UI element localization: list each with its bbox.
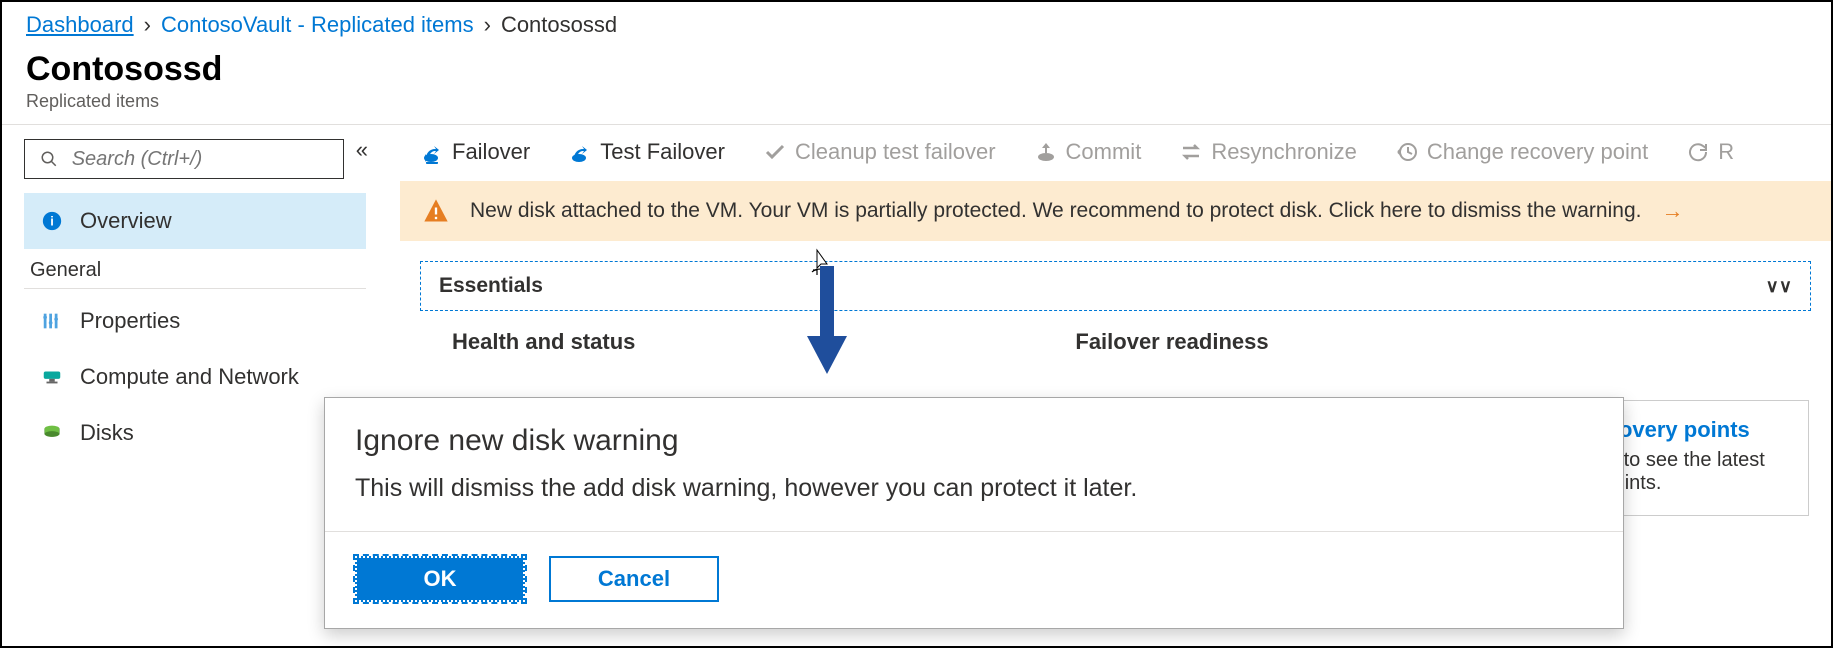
reprotect-button[interactable]: R	[1686, 139, 1734, 165]
sidebar-item-label: Overview	[80, 208, 172, 234]
search-field[interactable]	[72, 148, 331, 171]
svg-text:i: i	[50, 214, 54, 229]
collapse-sidebar-icon[interactable]: «	[356, 137, 368, 163]
breadcrumb-vault[interactable]: ContosoVault - Replicated items	[161, 12, 474, 38]
search-input[interactable]	[24, 139, 344, 179]
disks-icon	[38, 419, 66, 447]
warning-banner[interactable]: New disk attached to the VM. Your VM is …	[400, 181, 1831, 241]
toolbar: Failover Test Failover Cleanup test fail…	[400, 137, 1831, 181]
breadcrumb: Dashboard › ContosoVault - Replicated it…	[2, 2, 1831, 46]
search-icon	[37, 145, 62, 173]
essentials-panel[interactable]: Essentials ∨∨	[420, 261, 1811, 311]
status-panels: Health and status Failover readiness	[400, 311, 1831, 355]
change-recovery-point-button[interactable]: Change recovery point	[1395, 139, 1648, 165]
info-icon: i	[38, 207, 66, 235]
essentials-label: Essentials	[439, 274, 543, 298]
sidebar-item-overview[interactable]: i Overview	[24, 193, 366, 249]
page-title: Contosossd	[26, 50, 1807, 89]
failover-button[interactable]: Failover	[420, 139, 530, 165]
dialog-body: This will dismiss the add disk warning, …	[355, 474, 1593, 503]
toolbar-label: Test Failover	[600, 139, 725, 165]
toolbar-label: R	[1718, 139, 1734, 165]
failover-icon	[420, 140, 444, 164]
ok-button[interactable]: OK	[355, 556, 525, 602]
cancel-button[interactable]: Cancel	[549, 556, 719, 602]
panel-failover-readiness: Failover readiness	[1075, 329, 1268, 355]
sidebar-item-properties[interactable]: Properties	[24, 293, 366, 349]
reprotect-icon	[1686, 140, 1710, 164]
toolbar-label: Failover	[452, 139, 530, 165]
chevron-right-icon: ›	[484, 12, 491, 38]
toolbar-label: Cleanup test failover	[795, 139, 996, 165]
sidebar-section-general: General	[24, 249, 366, 289]
test-failover-button[interactable]: Test Failover	[568, 139, 725, 165]
compute-network-icon	[38, 363, 66, 391]
sidebar-item-label: Disks	[80, 420, 134, 446]
ignore-warning-dialog: Ignore new disk warning This will dismis…	[324, 397, 1624, 629]
resync-icon	[1179, 140, 1203, 164]
dialog-title: Ignore new disk warning	[355, 424, 1593, 458]
resynchronize-button[interactable]: Resynchronize	[1179, 139, 1357, 165]
sidebar-item-label: Properties	[80, 308, 180, 334]
page-subtitle: Replicated items	[26, 91, 1807, 112]
breadcrumb-current: Contosossd	[501, 12, 617, 38]
sidebar-item-label: Compute and Network	[80, 364, 299, 390]
properties-icon	[38, 307, 66, 335]
chevron-right-icon: ›	[144, 12, 151, 38]
cleanup-test-failover-button[interactable]: Cleanup test failover	[763, 139, 996, 165]
sidebar-item-compute-network[interactable]: Compute and Network	[24, 349, 366, 405]
toolbar-label: Resynchronize	[1211, 139, 1357, 165]
breadcrumb-dashboard[interactable]: Dashboard	[26, 12, 134, 38]
commit-icon	[1034, 140, 1058, 164]
toolbar-label: Change recovery point	[1427, 139, 1648, 165]
arrow-right-icon: →	[1661, 198, 1683, 224]
test-failover-icon	[568, 140, 592, 164]
sidebar-item-disks[interactable]: Disks	[24, 405, 366, 461]
toolbar-label: Commit	[1066, 139, 1142, 165]
panel-health-status: Health and status	[452, 329, 635, 355]
commit-button[interactable]: Commit	[1034, 139, 1142, 165]
page-header: Contosossd Replicated items	[2, 46, 1831, 124]
history-icon	[1395, 140, 1419, 164]
chevron-down-double-icon: ∨∨	[1766, 276, 1792, 297]
warning-icon	[422, 197, 450, 225]
warning-text: New disk attached to the VM. Your VM is …	[470, 199, 1641, 223]
checkmark-icon	[763, 140, 787, 164]
